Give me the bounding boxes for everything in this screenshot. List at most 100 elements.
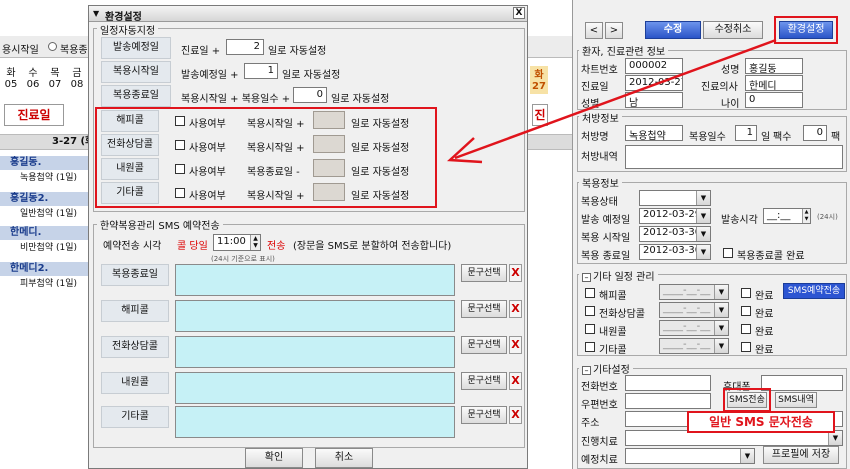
- collapse-icon[interactable]: –: [582, 273, 591, 282]
- sms-row-label: 전화상담콜: [101, 336, 169, 358]
- clear-button[interactable]: X: [509, 300, 522, 318]
- sms-message-box[interactable]: [175, 372, 455, 404]
- day-num: 06: [26, 79, 40, 90]
- ship-date-select[interactable]: 2012-03-29 ▼: [639, 208, 711, 224]
- select-phrase-button[interactable]: 문구선택: [461, 264, 507, 282]
- planned-select[interactable]: ▼: [625, 448, 755, 464]
- doctor-field[interactable]: 한메디: [745, 75, 803, 91]
- chevron-down-icon: ▼: [714, 285, 728, 299]
- day-name: 목: [50, 68, 60, 79]
- rx-name-field[interactable]: 녹용첩약: [625, 125, 683, 141]
- sms-message-box[interactable]: [175, 300, 455, 332]
- name-field[interactable]: 홍길동: [745, 58, 803, 74]
- visit-call-checkbox[interactable]: [585, 324, 595, 334]
- gender-label: 성별: [581, 99, 600, 110]
- phone-call-checkbox[interactable]: [585, 306, 595, 316]
- rx-detail-field[interactable]: [625, 145, 843, 169]
- age-field[interactable]: 0: [745, 92, 803, 108]
- sms-history-button[interactable]: SMS내역: [775, 392, 817, 408]
- chart-no-label: 차트번호: [581, 65, 618, 76]
- select-phrase-button[interactable]: 문구선택: [461, 300, 507, 318]
- other-call-date[interactable]: ____-__-__ ▼: [659, 338, 729, 354]
- select-phrase-button[interactable]: 문구선택: [461, 406, 507, 424]
- prev-button[interactable]: <: [585, 22, 603, 39]
- edit-cancel-button[interactable]: 수정취소: [703, 21, 763, 39]
- ok-button[interactable]: 확인: [245, 448, 303, 468]
- profile-save-button[interactable]: 프로필에 저장: [763, 446, 839, 464]
- phone-call-date[interactable]: ____-__-__ ▼: [659, 302, 729, 318]
- ship-time-label: 발송시각: [721, 215, 758, 226]
- visit-call-done-checkbox[interactable]: [741, 324, 751, 334]
- med-status-select[interactable]: ▼: [639, 190, 711, 206]
- next-button[interactable]: >: [605, 22, 623, 39]
- zip-field[interactable]: [625, 393, 711, 409]
- gender-field[interactable]: 남: [625, 92, 683, 108]
- auto-row-suffix: 일로 자동설정: [331, 94, 390, 105]
- list-item[interactable]: 한메디. 비만첩약 (1일): [0, 226, 90, 258]
- clear-button[interactable]: X: [509, 372, 522, 390]
- clinic-tab[interactable]: 진료일: [4, 104, 64, 126]
- end-call-checkbox[interactable]: [723, 248, 733, 258]
- mobile-field[interactable]: [761, 375, 843, 391]
- rx-packs-field[interactable]: 0: [803, 125, 827, 141]
- edit-button[interactable]: 수정: [645, 21, 701, 39]
- end-date-select[interactable]: 2012-03-30 ▼: [639, 244, 711, 260]
- chart-no-field[interactable]: 000002: [625, 58, 683, 74]
- start-date-select[interactable]: 2012-03-30 ▼: [639, 226, 711, 242]
- clear-button[interactable]: X: [509, 264, 522, 282]
- sms-message-box[interactable]: [175, 336, 455, 368]
- select-phrase-button[interactable]: 문구선택: [461, 336, 507, 354]
- other-call-checkbox[interactable]: [585, 342, 595, 352]
- visit-call-date[interactable]: ____-__-__ ▼: [659, 320, 729, 336]
- dialog-menu-icon[interactable]: ▼: [93, 9, 99, 18]
- cancel-button[interactable]: 취소: [315, 448, 373, 468]
- reserve-time-input[interactable]: 11:00 ▲ ▼: [213, 234, 261, 251]
- start-days-input[interactable]: 1: [244, 63, 278, 79]
- auto-row-label: 발송예정일: [101, 37, 171, 59]
- list-item[interactable]: 홍길동. 녹용첩약 (1일): [0, 156, 90, 188]
- day-0[interactable]: 화 05: [0, 64, 22, 90]
- other-call-done-checkbox[interactable]: [741, 342, 751, 352]
- phone-field[interactable]: [625, 375, 711, 391]
- day-1[interactable]: 수 06: [22, 64, 44, 90]
- phone-call-done-checkbox[interactable]: [741, 306, 751, 316]
- sms-message-box[interactable]: [175, 264, 455, 296]
- ship-days-input[interactable]: 2: [226, 39, 264, 55]
- select-phrase-button[interactable]: 문구선택: [461, 372, 507, 390]
- day-3[interactable]: 금 08: [66, 64, 88, 90]
- clinic-tab-2[interactable]: 진: [532, 104, 548, 126]
- sms-group-title: 한약복용관리 SMS 예약전송: [97, 217, 223, 232]
- send-label: 전송: [267, 241, 286, 252]
- chevron-down-icon: ▼: [696, 209, 710, 223]
- ship-time-field[interactable]: __:__ ▲ ▼: [763, 208, 811, 224]
- sms-reserve-button[interactable]: SMS예약전송: [783, 283, 845, 299]
- sms-message-box[interactable]: [175, 406, 455, 438]
- end-label: 복용 종료일: [581, 251, 631, 262]
- day-right[interactable]: 화 27: [530, 66, 548, 94]
- call-day-label: 콜 당일: [177, 241, 208, 252]
- rx-detail-label: 처방내역: [581, 152, 618, 163]
- day-header: 화 05 수 06 목 07 금 08: [0, 64, 90, 94]
- rx-days-field[interactable]: 1: [735, 125, 757, 141]
- radio-end[interactable]: [48, 42, 57, 51]
- visit-label: 진료일: [581, 82, 609, 93]
- address-label: 주소: [581, 418, 600, 429]
- collapse-icon[interactable]: –: [582, 366, 591, 375]
- list-item[interactable]: 한메디2. 피부첩약 (1일): [0, 262, 90, 294]
- auto-row-suffix: 일로 자동설정: [268, 46, 327, 57]
- list-item[interactable]: 홍길동2. 일반첩약 (1일): [0, 192, 90, 224]
- end-days-input[interactable]: 0: [293, 87, 327, 103]
- day-2[interactable]: 목 07: [44, 64, 66, 90]
- happy-call-date[interactable]: ____-__-__ ▼: [659, 284, 729, 300]
- close-icon[interactable]: X: [513, 7, 525, 19]
- happy-call-checkbox[interactable]: [585, 288, 595, 298]
- clear-button[interactable]: X: [509, 406, 522, 424]
- time-spinner-icon[interactable]: ▲ ▼: [250, 235, 260, 250]
- visit-field[interactable]: 2012-03-27: [625, 75, 683, 91]
- time-hint: (24시 기준으로 표시): [211, 255, 275, 263]
- happy-call-done-checkbox[interactable]: [741, 288, 751, 298]
- radio-end-label: 복용종: [60, 45, 88, 56]
- clear-button[interactable]: X: [509, 336, 522, 354]
- tab-start-date[interactable]: 용시작일: [2, 41, 39, 56]
- spinner-icon[interactable]: ▲ ▼: [802, 209, 810, 223]
